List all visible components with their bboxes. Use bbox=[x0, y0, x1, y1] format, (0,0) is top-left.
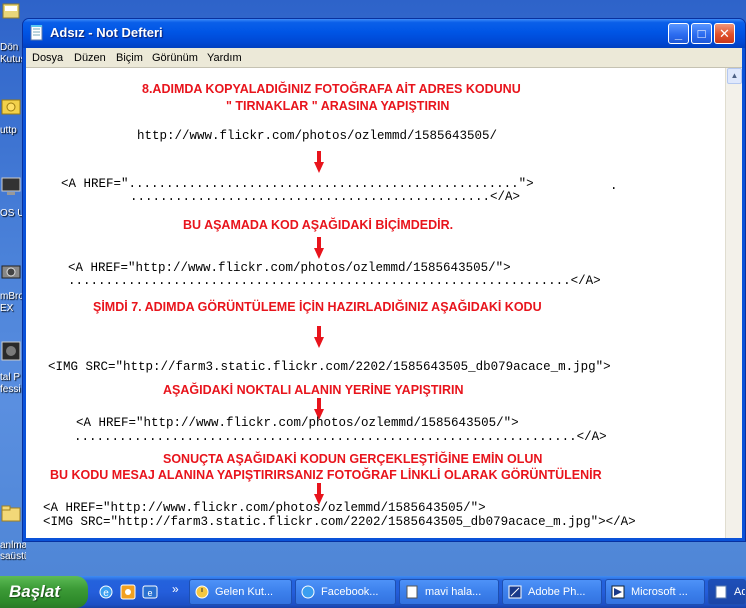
document-icon bbox=[406, 585, 418, 599]
photoshop-icon bbox=[508, 585, 522, 599]
instruction-stage-note: BU AŞAMADA KOD AŞAĞIDAKİ BİÇİMDEDİR. bbox=[183, 218, 454, 232]
down-arrow-icon bbox=[314, 237, 324, 259]
media-player-icon[interactable] bbox=[120, 584, 136, 600]
taskbar-button-notepad[interactable]: Ad bbox=[708, 579, 746, 605]
svg-text:e: e bbox=[103, 588, 109, 599]
svg-text:e: e bbox=[147, 588, 152, 598]
quick-launch-overflow-icon[interactable]: » bbox=[172, 582, 179, 596]
start-button[interactable]: Başlat bbox=[0, 576, 88, 608]
outlook-express-icon[interactable]: e bbox=[142, 584, 158, 600]
notepad-icon bbox=[715, 585, 727, 599]
instruction-step8-line1: 8.ADIMDA KOPYALADIĞINIZ FOTOĞRAFA AİT AD… bbox=[142, 82, 521, 96]
maximize-button[interactable]: □ bbox=[691, 23, 712, 44]
text-editor-area[interactable]: 8.ADIMDA KOPYALADIĞINIZ FOTOĞRAFA AİT AD… bbox=[26, 68, 742, 538]
code-dotted-close-2: ........................................… bbox=[68, 274, 601, 288]
vertical-scrollbar[interactable]: ▲ bbox=[725, 68, 742, 538]
minimize-button[interactable]: _ bbox=[668, 23, 689, 44]
menu-view[interactable]: Görünüm bbox=[152, 52, 198, 64]
taskbar-button-microsoft[interactable]: Microsoft ... bbox=[605, 579, 705, 605]
internet-explorer-icon[interactable]: e bbox=[98, 584, 114, 600]
code-ahref-full-2: <A HREF="http://www.flickr.com/photos/oz… bbox=[76, 416, 519, 430]
code-dotted-close-1: ........................................… bbox=[130, 190, 521, 204]
down-arrow-icon bbox=[314, 151, 324, 173]
code-final-ahref: <A HREF="http://www.flickr.com/photos/oz… bbox=[43, 501, 486, 515]
notepad-window: Adsız - Not Defteri _ □ ✕ Dosya Düzen Bi… bbox=[22, 18, 746, 542]
taskbar-button-label: Facebook... bbox=[321, 586, 379, 598]
folder-icon bbox=[1, 505, 21, 522]
code-ahref-dotted: <A HREF="...............................… bbox=[61, 177, 534, 191]
title-bar[interactable]: Adsız - Not Defteri _ □ ✕ bbox=[23, 19, 745, 48]
start-label: Başlat bbox=[9, 582, 61, 601]
monitor-icon bbox=[1, 177, 21, 195]
taskbar-button-mavi[interactable]: mavi hala... bbox=[399, 579, 499, 605]
menu-bar: Dosya Düzen Biçim Görünüm Yardım bbox=[26, 48, 742, 68]
instruction-result-note-2: BU KODU MESAJ ALANINA YAPIŞTIRIRSANIZ FO… bbox=[50, 468, 602, 482]
minimize-icon: _ bbox=[674, 26, 683, 41]
code-img-tag: <IMG SRC="http://farm3.static.flickr.com… bbox=[48, 360, 611, 374]
smiley-folder-icon bbox=[1, 99, 21, 115]
taskbar: Başlat e e » Gelen Kut... Facebook... ma… bbox=[0, 576, 746, 608]
scroll-up-arrow-icon[interactable]: ▲ bbox=[727, 68, 742, 84]
instruction-result-note-1: SONUÇTA AŞAĞIDAKİ KODUN GERÇEKLEŞTİĞİNE … bbox=[163, 452, 543, 466]
taskbar-button-facebook[interactable]: Facebook... bbox=[295, 579, 396, 605]
code-ahref-full-1: <A HREF="http://www.flickr.com/photos/oz… bbox=[68, 261, 511, 275]
instruction-paste-note: AŞAĞIDAKİ NOKTALI ALANIN YERİNE YAPIŞTIR… bbox=[163, 383, 464, 397]
taskbar-button-adobe[interactable]: Adobe Ph... bbox=[502, 579, 602, 605]
browser-icon bbox=[301, 585, 315, 599]
menu-file[interactable]: Dosya bbox=[32, 52, 63, 64]
window-title: Adsız - Not Defteri bbox=[50, 25, 163, 40]
down-arrow-icon bbox=[314, 326, 324, 348]
code-dotted-trail: . bbox=[610, 179, 618, 193]
code-final-img: <IMG SRC="http://farm3.static.flickr.com… bbox=[43, 515, 636, 529]
instruction-step7-note: ŞİMDİ 7. ADIMDA GÖRÜNTÜLEME İÇİN HAZIRLA… bbox=[93, 300, 542, 314]
notepad-icon bbox=[30, 25, 43, 41]
clock-icon bbox=[195, 585, 209, 599]
taskbar-button-label: Microsoft ... bbox=[631, 586, 688, 598]
code-dotted-close-3: ........................................… bbox=[74, 430, 607, 444]
menu-help[interactable]: Yardım bbox=[207, 52, 242, 64]
maximize-icon: □ bbox=[697, 26, 706, 41]
menu-format[interactable]: Biçim bbox=[116, 52, 143, 64]
desktop-label-10: saüstü bbox=[0, 551, 26, 562]
inbox-icon bbox=[2, 3, 20, 19]
instruction-step8-line2: " TIRNAKLAR " ARASINA YAPIŞTIRIN bbox=[226, 99, 450, 113]
application-icon bbox=[611, 585, 625, 599]
close-icon: ✕ bbox=[719, 26, 730, 41]
code-url: http://www.flickr.com/photos/ozlemmd/158… bbox=[137, 129, 498, 143]
close-button[interactable]: ✕ bbox=[714, 23, 735, 44]
taskbar-button-label: Ad bbox=[734, 586, 745, 598]
photo-app-icon bbox=[1, 341, 21, 361]
taskbar-button-label: Gelen Kut... bbox=[215, 586, 274, 598]
taskbar-button-label: mavi hala... bbox=[425, 586, 482, 598]
taskbar-button-inbox[interactable]: Gelen Kut... bbox=[189, 579, 292, 605]
menu-edit[interactable]: Düzen bbox=[74, 52, 106, 64]
camera-icon bbox=[1, 265, 21, 279]
taskbar-button-label: Adobe Ph... bbox=[528, 586, 586, 598]
